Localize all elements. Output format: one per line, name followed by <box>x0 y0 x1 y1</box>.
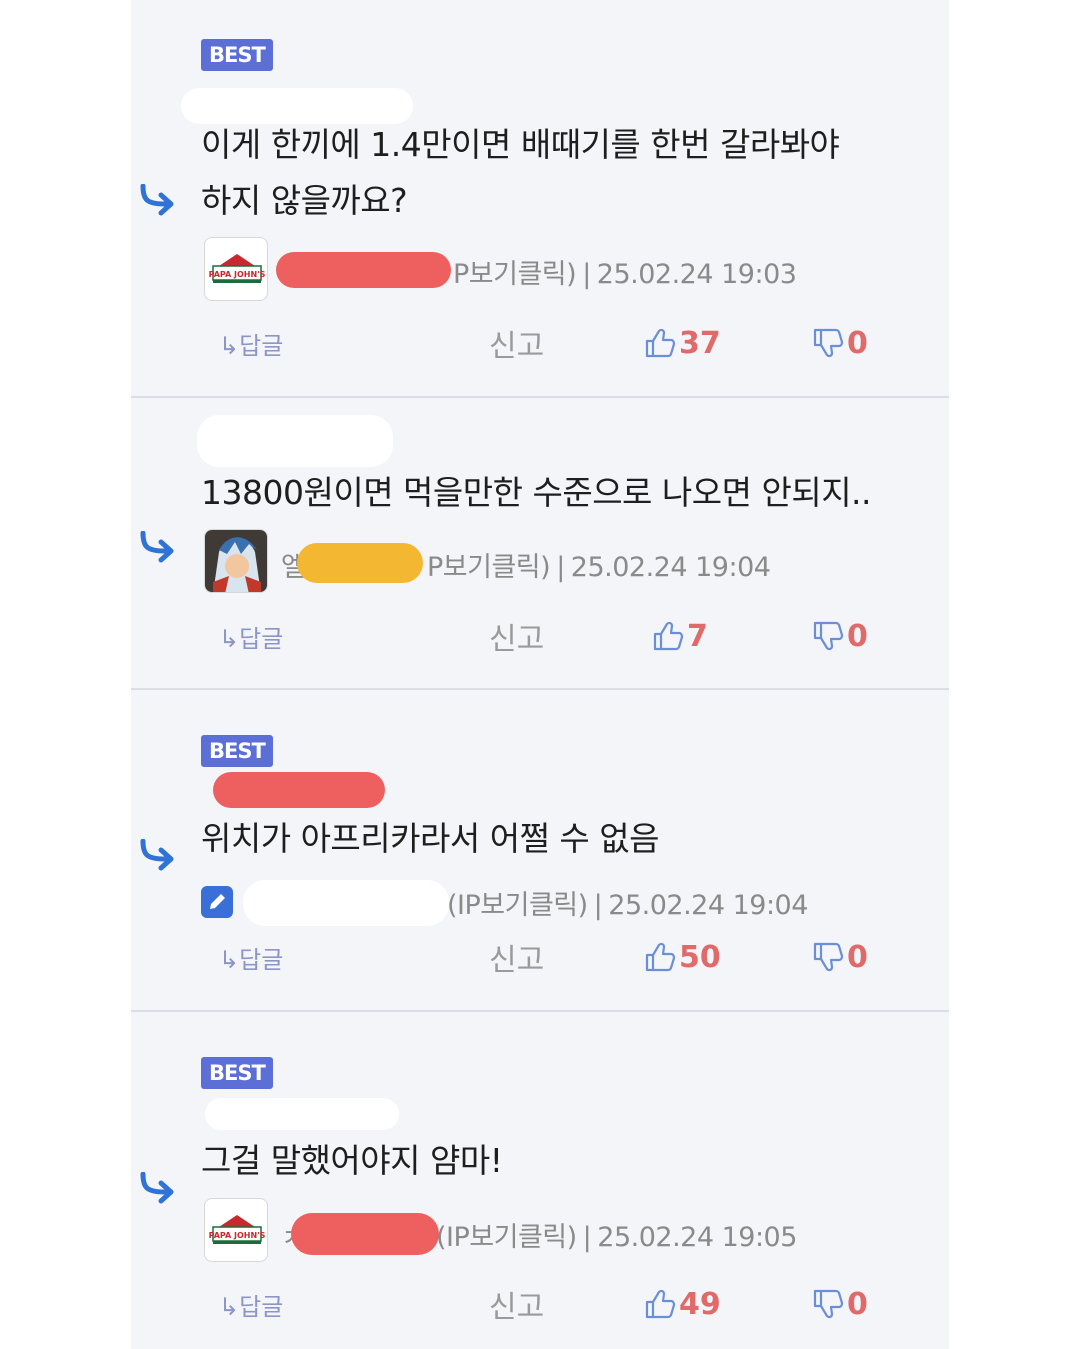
dislike-button[interactable]: 0 <box>811 1284 868 1324</box>
reply-arrow-icon <box>139 839 177 871</box>
comments-panel: BEST 이게 한끼에 1.4만이면 배때기를 한번 갈라봐야 하지 않을까요?… <box>131 0 949 1349</box>
avatar-logo-text: PAPA JOHN'S <box>209 1231 266 1240</box>
redacted-nickname <box>276 252 451 288</box>
dislike-button[interactable]: 0 <box>811 616 868 656</box>
comment-meta: P보기클릭) | 25.02.24 19:03 <box>453 259 797 290</box>
like-button[interactable]: 37 <box>643 323 721 363</box>
reply-arrow-icon <box>139 531 177 563</box>
redacted-nickname <box>297 543 423 583</box>
reply-button[interactable]: ↳답글 <box>219 616 283 656</box>
redacted-username <box>197 415 393 467</box>
report-button[interactable]: 신고 <box>489 323 544 364</box>
papa-johns-logo-icon: PAPA JOHN'S <box>209 254 266 283</box>
comment-actions: ↳답글 신고 50 0 <box>131 937 949 979</box>
ip-view-link[interactable]: (IP보기클릭) <box>447 890 588 921</box>
pencil-icon <box>201 886 233 918</box>
report-button[interactable]: 신고 <box>489 937 544 978</box>
comment-meta: (IP보기클릭) | 25.02.24 19:05 <box>436 1222 797 1253</box>
thumbs-up-icon <box>643 327 675 359</box>
like-button[interactable]: 50 <box>643 937 721 977</box>
ip-view-link[interactable]: (IP보기클릭) <box>436 1222 577 1253</box>
anime-character-icon <box>205 530 267 592</box>
ip-view-link[interactable]: P보기클릭) <box>453 259 577 290</box>
comment-meta: (IP보기클릭) | 25.02.24 19:04 <box>447 890 808 921</box>
dislike-count: 0 <box>847 1286 868 1322</box>
papa-johns-avatar[interactable]: PAPA JOHN'S <box>204 237 268 301</box>
comment-actions: ↳답글 신고 7 0 <box>131 616 949 658</box>
user-avatar[interactable] <box>204 529 268 593</box>
thumbs-up-icon <box>651 620 683 652</box>
ip-view-link[interactable]: P보기클릭) <box>427 552 551 583</box>
comment-actions: ↳답글 신고 49 0 <box>131 1284 949 1326</box>
reply-arrow-icon <box>139 184 177 216</box>
comment-item: 13800원이면 먹을만한 수준으로 나오면 안되지.. 엘 P보기클릭) | 25… <box>131 398 949 690</box>
papa-johns-avatar[interactable]: PAPA JOHN'S <box>204 1198 268 1262</box>
best-badge: BEST <box>201 39 273 71</box>
redacted-nickname <box>243 880 449 926</box>
reply-button[interactable]: ↳답글 <box>219 323 283 363</box>
timestamp: 25.02.24 19:03 <box>596 259 797 290</box>
timestamp: 25.02.24 19:05 <box>597 1222 797 1253</box>
comment-text: 13800원이면 먹을만한 수준으로 나오면 안되지.. <box>201 473 872 512</box>
timestamp: 25.02.24 19:04 <box>608 890 808 921</box>
like-count: 50 <box>679 939 721 975</box>
reply-arrow-icon <box>139 1172 177 1204</box>
thumbs-up-icon <box>643 1288 675 1320</box>
report-button[interactable]: 신고 <box>489 616 544 657</box>
like-button[interactable]: 49 <box>643 1284 721 1324</box>
thumbs-up-icon <box>643 941 675 973</box>
like-count: 49 <box>679 1286 721 1322</box>
comment-item: BEST 이게 한끼에 1.4만이면 배때기를 한번 갈라봐야 하지 않을까요?… <box>131 0 949 398</box>
thumbs-down-icon <box>811 1288 843 1320</box>
timestamp: 25.02.24 19:04 <box>570 552 771 583</box>
redacted-username <box>213 772 385 808</box>
dislike-count: 0 <box>847 325 868 361</box>
redacted-nickname <box>291 1213 439 1255</box>
comment-actions: ↳답글 신고 37 0 <box>131 323 949 365</box>
thumbs-down-icon <box>811 327 843 359</box>
dislike-count: 0 <box>847 618 868 654</box>
thumbs-down-icon <box>811 941 843 973</box>
thumbs-down-icon <box>811 620 843 652</box>
like-count: 37 <box>679 325 721 361</box>
dislike-button[interactable]: 0 <box>811 323 868 363</box>
reply-button[interactable]: ↳답글 <box>219 1284 283 1324</box>
best-badge: BEST <box>201 1057 273 1089</box>
comment-text: 이게 한끼에 1.4만이면 배때기를 한번 갈라봐야 하지 않을까요? <box>201 125 840 220</box>
papa-johns-logo-icon: PAPA JOHN'S <box>209 1215 266 1244</box>
like-button[interactable]: 7 <box>651 616 708 656</box>
comment-item: BEST 그걸 말했어야지 얌마! PAPA JOHN'S ㅊ (IP보기클릭)… <box>131 1012 949 1349</box>
dislike-count: 0 <box>847 939 868 975</box>
comment-text: 그걸 말했어야지 얌마! <box>201 1141 503 1180</box>
reply-button[interactable]: ↳답글 <box>219 937 283 977</box>
redacted-username <box>205 1098 399 1130</box>
report-button[interactable]: 신고 <box>489 1284 544 1325</box>
comment-item: BEST 위치가 아프리카라서 어쩔 수 없음 (IP보기클릭) | 25.02.2… <box>131 690 949 1012</box>
avatar-logo-text: PAPA JOHN'S <box>209 270 266 279</box>
like-count: 7 <box>687 618 708 654</box>
dislike-button[interactable]: 0 <box>811 937 868 977</box>
comment-meta: P보기클릭) | 25.02.24 19:04 <box>427 552 771 583</box>
comment-text: 위치가 아프리카라서 어쩔 수 없음 <box>201 819 660 858</box>
best-badge: BEST <box>201 735 273 767</box>
